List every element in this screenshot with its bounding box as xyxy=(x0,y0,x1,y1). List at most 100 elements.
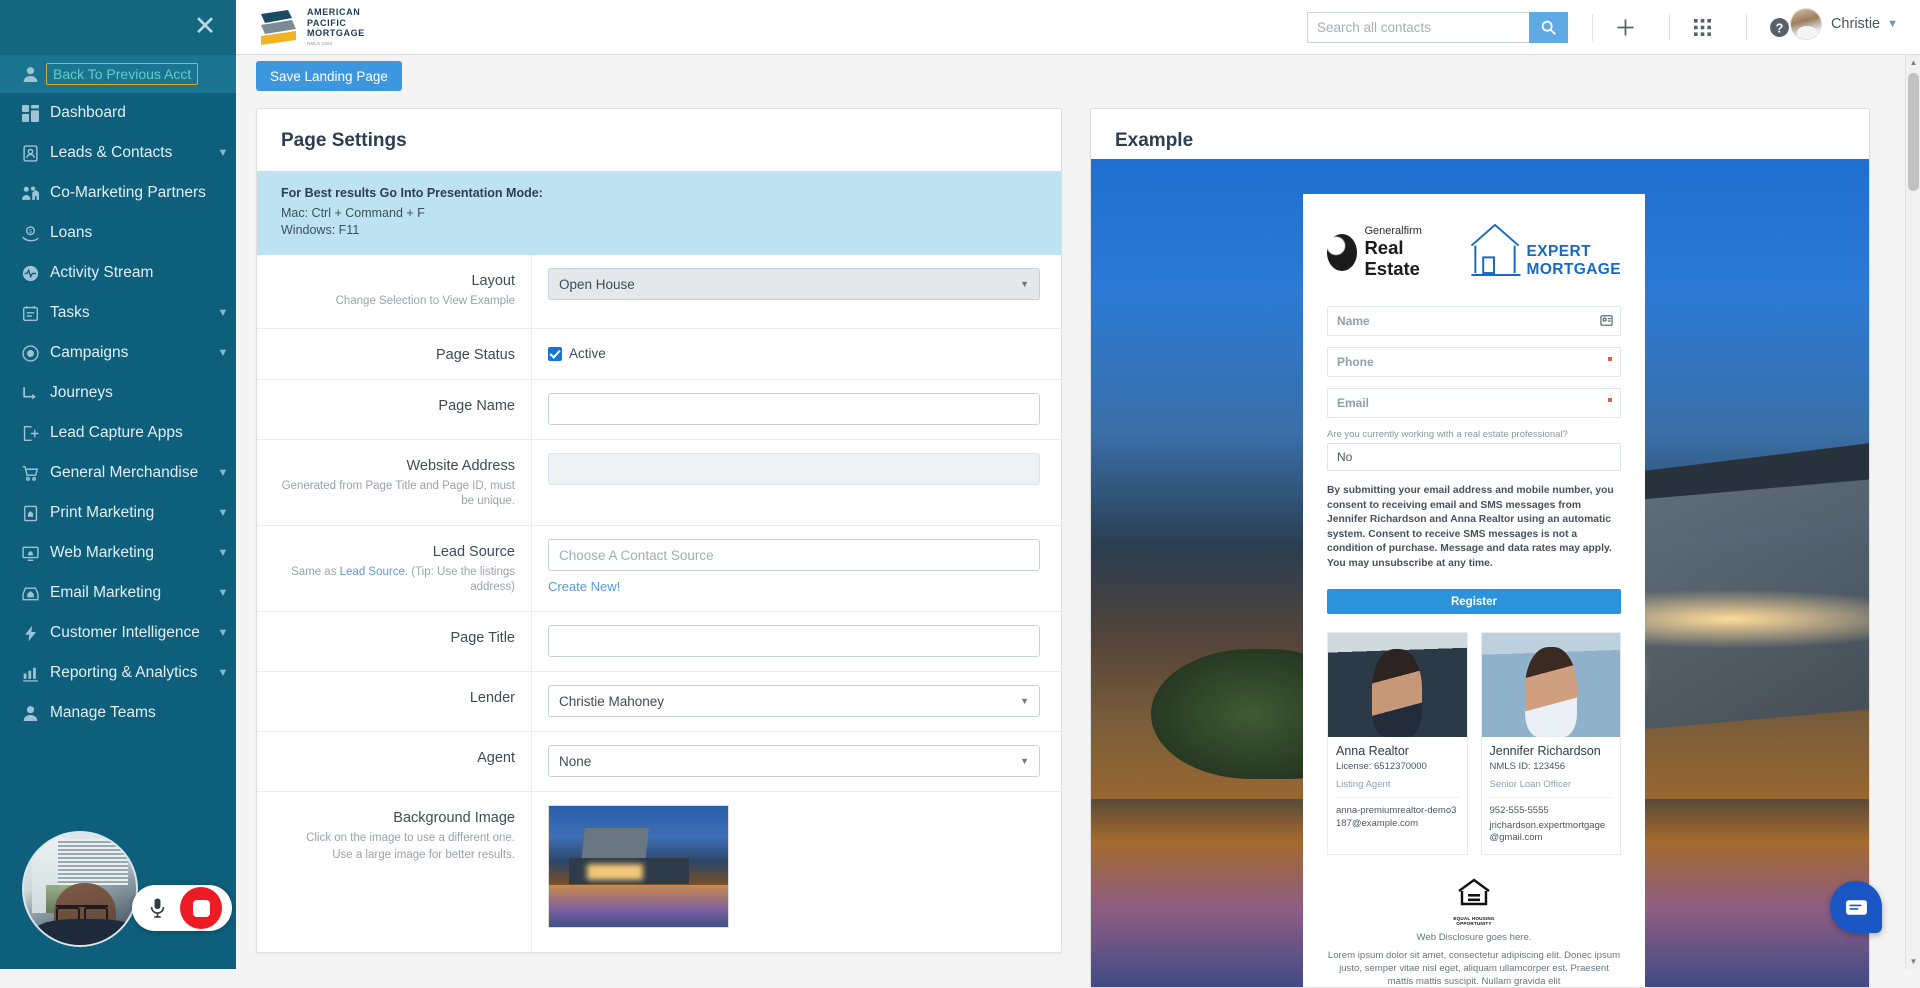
contact-card-icon[interactable] xyxy=(1600,314,1613,330)
lp-phone-field[interactable]: Phone xyxy=(1327,347,1621,377)
agent-photo xyxy=(1482,633,1621,737)
sidebar-item-print-marketing[interactable]: Print Marketing ▼ xyxy=(0,493,236,533)
sidebar-item-email-marketing[interactable]: Email Marketing ▼ xyxy=(0,573,236,613)
logo-line-2: PACIFIC xyxy=(307,18,365,29)
chevron-down-icon[interactable]: ▼ xyxy=(210,147,236,159)
landing-page-preview: Generalfirm Real Estate EXPERT MORTGAGE xyxy=(1091,159,1869,988)
webcam-video-preview[interactable] xyxy=(22,831,138,947)
lp-name-placeholder: Name xyxy=(1337,314,1370,328)
sidebar-item-activity-stream[interactable]: Activity Stream xyxy=(0,253,236,293)
house-outline-icon xyxy=(1469,222,1521,282)
action-bar: Save Landing Page xyxy=(236,55,1920,100)
chevron-down-icon[interactable]: ▼ xyxy=(210,307,236,319)
add-new-icon[interactable] xyxy=(1610,12,1640,42)
logo-wordmark: AMERICAN PACIFIC MORTGAGE NMLS 1850 xyxy=(307,7,365,49)
search-button[interactable] xyxy=(1529,12,1568,43)
lead-source-hint-link[interactable]: Lead Source xyxy=(340,566,405,578)
lp-footer: EQUAL HOUSING OPPORTUNITY Web Disclosure… xyxy=(1327,877,1621,988)
chevron-down-icon[interactable]: ▼ xyxy=(210,347,236,359)
lender-select[interactable]: Christie Mahoney ▼ xyxy=(548,685,1040,717)
lender-label-cell: Lender xyxy=(257,672,532,731)
tasks-icon xyxy=(14,305,46,322)
background-image-thumbnail[interactable] xyxy=(548,805,729,928)
agent-control-cell: None ▼ xyxy=(532,732,1064,791)
page-name-control-cell xyxy=(532,380,1064,439)
lp-question-label: Are you currently working with a real es… xyxy=(1327,429,1621,440)
search-input[interactable] xyxy=(1307,12,1529,43)
sidebar-item-reporting-analytics[interactable]: Reporting & Analytics ▼ xyxy=(0,653,236,693)
logo-a-big-text: Real Estate xyxy=(1364,237,1446,279)
chevron-down-icon[interactable]: ▼ xyxy=(210,467,236,479)
person-icon xyxy=(14,705,46,722)
active-checkbox[interactable] xyxy=(548,347,562,361)
agent-label: Agent xyxy=(279,750,515,766)
scroll-down-arrow-icon[interactable]: ▼ xyxy=(1906,954,1920,969)
lender-select-value: Christie Mahoney xyxy=(559,694,664,709)
lp-name-field[interactable]: Name xyxy=(1327,306,1621,336)
toolbar-divider xyxy=(1669,14,1670,41)
global-search xyxy=(1307,12,1568,43)
lp-question-select[interactable]: No xyxy=(1327,443,1621,471)
page-settings-panel: Page Settings For Best results Go Into P… xyxy=(256,108,1062,953)
page-title-label: Page Title xyxy=(279,630,515,646)
active-checkbox-row: Active xyxy=(548,342,1037,361)
page-title-input[interactable] xyxy=(548,625,1040,657)
app-logo[interactable]: AMERICAN PACIFIC MORTGAGE NMLS 1850 xyxy=(258,7,365,49)
page-name-input[interactable] xyxy=(548,393,1040,425)
sidebar-item-co-marketing-partners[interactable]: Co-Marketing Partners xyxy=(0,173,236,213)
lp-consent-text: By submitting your email address and mob… xyxy=(1327,484,1621,571)
agent-select[interactable]: None ▼ xyxy=(548,745,1040,777)
sidebar-item-campaigns[interactable]: Campaigns ▼ xyxy=(0,333,236,373)
chat-widget-button[interactable] xyxy=(1830,881,1882,933)
lp-email-field[interactable]: Email xyxy=(1327,388,1621,418)
apps-grid-icon[interactable] xyxy=(1687,12,1717,42)
thumb-window-glow xyxy=(587,864,643,880)
layout-select[interactable]: Open House ▼ xyxy=(548,268,1040,300)
website-address-input[interactable] xyxy=(548,453,1040,485)
close-icon[interactable]: ✕ xyxy=(188,10,222,44)
sidebar-item-customer-intelligence[interactable]: Customer Intelligence ▼ xyxy=(0,613,236,653)
logo-mark-icon xyxy=(258,8,300,48)
sidebar-item-general-merchandise[interactable]: General Merchandise ▼ xyxy=(0,453,236,493)
chevron-down-icon[interactable]: ▼ xyxy=(210,587,236,599)
sidebar-item-journeys[interactable]: Journeys xyxy=(0,373,236,413)
sidebar-item-back-to-previous-acct[interactable]: Back To Previous Acct xyxy=(0,55,236,93)
presentation-mode-notice: For Best results Go Into Presentation Mo… xyxy=(257,171,1061,255)
chevron-down-icon[interactable]: ▼ xyxy=(210,667,236,679)
webcam-person-shirt xyxy=(36,919,136,945)
webcam-recorder-widget xyxy=(22,817,222,947)
scroll-up-arrow-icon[interactable]: ▲ xyxy=(1906,55,1920,70)
sidebar-item-loans[interactable]: $ Loans xyxy=(0,213,236,253)
sidebar-item-manage-teams[interactable]: Manage Teams xyxy=(0,693,236,733)
chevron-down-icon[interactable]: ▼ xyxy=(1887,18,1898,30)
lp-register-button[interactable]: Register xyxy=(1327,589,1621,614)
chevron-down-icon[interactable]: ▼ xyxy=(210,507,236,519)
user-menu[interactable]: Christie ▼ xyxy=(1790,8,1898,40)
sidebar-item-lead-capture-apps[interactable]: Lead Capture Apps xyxy=(0,413,236,453)
page-scrollbar[interactable]: ▲ ▼ xyxy=(1905,55,1920,969)
sidebar-item-dashboard[interactable]: Dashboard xyxy=(0,93,236,133)
chat-bubble-icon xyxy=(1844,895,1869,920)
sidebar-item-tasks[interactable]: Tasks ▼ xyxy=(0,293,236,333)
agent-contact-email[interactable]: jrichardson.expertmortgage@gmail.com xyxy=(1490,820,1613,845)
required-dot-icon xyxy=(1608,357,1612,361)
chevron-down-icon[interactable]: ▼ xyxy=(210,547,236,559)
lead-source-input[interactable] xyxy=(548,539,1040,571)
print-icon xyxy=(14,505,46,522)
sidebar-item-leads-contacts[interactable]: Leads & Contacts ▼ xyxy=(0,133,236,173)
notice-line-mac: Mac: Ctrl + Command + F xyxy=(281,205,1037,222)
page-name-label-cell: Page Name xyxy=(257,380,532,439)
sidebar-item-web-marketing[interactable]: Web Marketing ▼ xyxy=(0,533,236,573)
agent-contact-phone[interactable]: 952-555-5555 xyxy=(1490,805,1613,818)
stop-recording-button[interactable] xyxy=(180,887,222,929)
microphone-icon[interactable] xyxy=(132,885,182,931)
sidebar-item-label: Manage Teams xyxy=(46,704,210,722)
scrollbar-thumb[interactable] xyxy=(1908,73,1919,191)
chevron-down-icon[interactable]: ▼ xyxy=(210,627,236,639)
agent-contact-email[interactable]: anna-premiumrealtor-demo3187@example.com xyxy=(1336,805,1459,830)
webcam-person-glasses xyxy=(56,905,108,917)
logo-b-line-2: MORTGAGE xyxy=(1527,261,1621,279)
save-landing-page-button[interactable]: Save Landing Page xyxy=(256,61,402,91)
create-new-link[interactable]: Create New! xyxy=(548,579,620,594)
equal-housing-opportunity-icon xyxy=(1456,877,1492,916)
